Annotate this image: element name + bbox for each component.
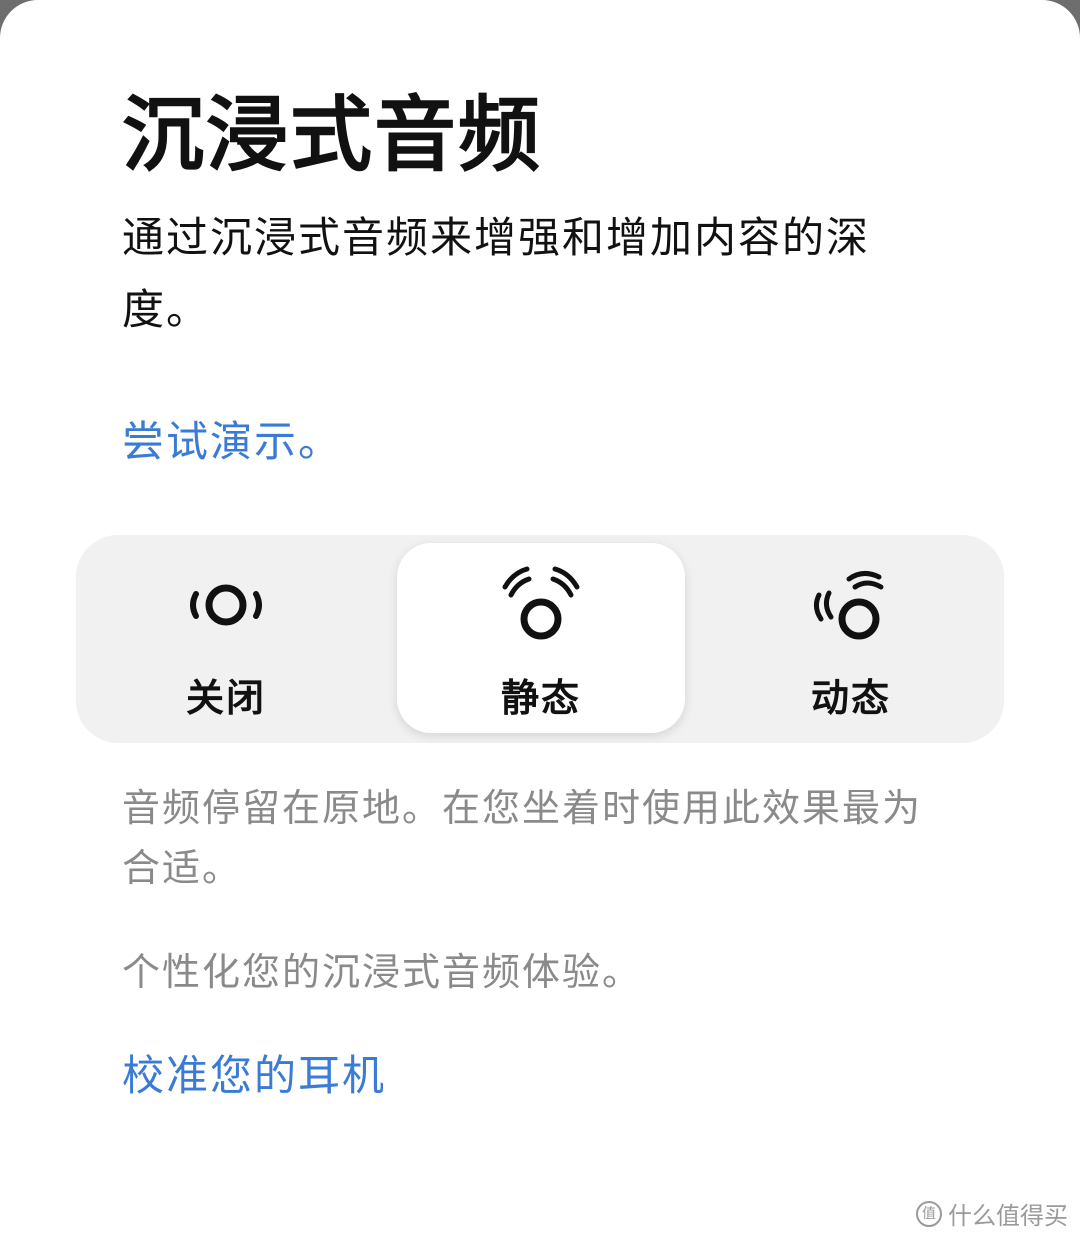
audio-mode-selector: 关闭 静态 动态 <box>76 535 1004 743</box>
mode-static-button[interactable]: 静态 <box>397 543 685 733</box>
audio-off-icon <box>190 584 262 626</box>
mode-static-label: 静态 <box>500 676 581 720</box>
mode-dynamic-label: 动态 <box>810 676 891 720</box>
mode-off-button[interactable]: 关闭 <box>82 543 370 733</box>
mode-dynamic-button[interactable]: 动态 <box>707 543 995 733</box>
calibrate-headphones-link[interactable]: 校准您的耳机 <box>122 1042 386 1103</box>
page-description: 通过沉浸式音频来增强和增加内容的深度。 <box>122 213 871 334</box>
page-title: 沉浸式音频 <box>122 88 543 183</box>
watermark-logo-icon: 值 <box>916 1200 942 1227</box>
watermark: 值 什么值得买 <box>916 1196 1068 1231</box>
try-demo-link[interactable]: 尝试演示。 <box>122 408 342 469</box>
audio-static-icon <box>502 566 580 640</box>
mode-description: 音频停留在原地。在您坐着时使用此效果最为合适。 <box>122 786 923 890</box>
audio-dynamic-icon <box>813 571 884 640</box>
immersive-audio-sheet: 沉浸式音频 通过沉浸式音频来增强和增加内容的深度。 尝试演示。 关闭 静态 动态… <box>0 0 1080 1234</box>
personalize-text: 个性化您的沉浸式音频体验。 <box>122 950 643 994</box>
watermark-text: 什么值得买 <box>948 1202 1068 1230</box>
mode-off-label: 关闭 <box>185 676 266 720</box>
